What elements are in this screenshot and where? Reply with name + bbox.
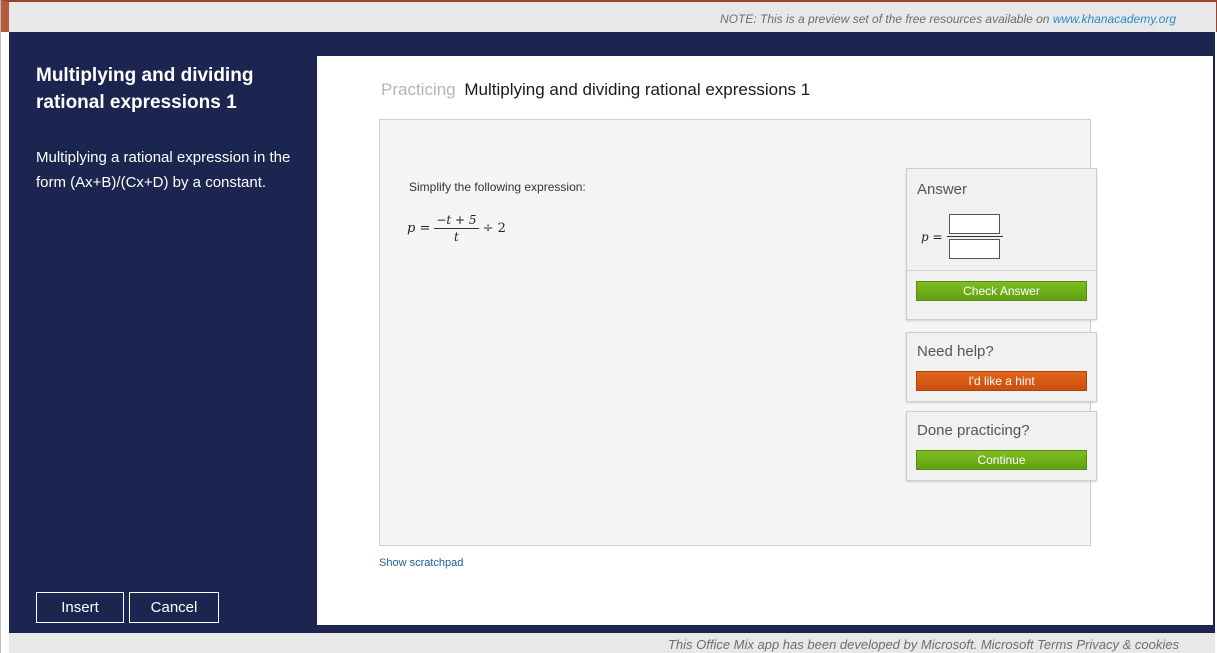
problem-expression: p = −t + 5 t ÷ 2 bbox=[407, 213, 506, 244]
answer-numerator-input[interactable] bbox=[949, 214, 1001, 234]
answer-area: Answer p = bbox=[907, 169, 1096, 269]
insert-button[interactable]: Insert bbox=[36, 592, 124, 623]
answer-lhs: p = bbox=[921, 229, 943, 244]
cancel-button[interactable]: Cancel bbox=[129, 592, 219, 623]
sidebar: Multiplying and dividing rational expres… bbox=[9, 32, 315, 633]
footer-bar: This Office Mix app has been developed b… bbox=[9, 633, 1215, 653]
preview-banner: NOTE: This is a preview set of the free … bbox=[1, 0, 1217, 32]
help-card: Need help? I'd like a hint bbox=[906, 332, 1097, 402]
app-frame: NOTE: This is a preview set of the free … bbox=[0, 0, 1217, 653]
help-title: Need help? bbox=[917, 343, 994, 360]
exercise-panel: Practicing Multiplying and dividing rati… bbox=[317, 56, 1213, 625]
hint-button[interactable]: I'd like a hint bbox=[916, 371, 1087, 391]
expression-fraction: −t + 5 t bbox=[434, 213, 479, 244]
expression-operation: ÷ 2 bbox=[482, 221, 506, 236]
footer-text: This Office Mix app has been developed b… bbox=[667, 637, 1179, 652]
problem-prompt: Simplify the following expression: bbox=[409, 180, 586, 194]
fraction-bar bbox=[946, 236, 1003, 237]
answer-card: Answer p = Check Answer bbox=[906, 168, 1097, 320]
preview-note: NOTE: This is a preview set of the free … bbox=[720, 12, 1176, 26]
exercise-title: Multiplying and dividing rational expres… bbox=[36, 65, 254, 113]
done-card: Done practicing? Continue bbox=[906, 411, 1097, 481]
done-title: Done practicing? bbox=[917, 422, 1030, 439]
check-answer-button[interactable]: Check Answer bbox=[916, 281, 1087, 301]
exercise-description: Multiplying a rational expression in the… bbox=[36, 149, 291, 191]
answer-fraction bbox=[946, 214, 1003, 259]
khanacademy-link[interactable]: www.khanacademy.org bbox=[1053, 12, 1176, 26]
heading-title: Multiplying and dividing rational expres… bbox=[464, 80, 811, 99]
answer-denominator-input[interactable] bbox=[949, 239, 1001, 259]
expression-numerator: −t + 5 bbox=[434, 213, 479, 229]
heading-prefix: Practicing bbox=[381, 80, 456, 99]
answer-expression: p = bbox=[921, 214, 1003, 259]
continue-button[interactable]: Continue bbox=[916, 450, 1087, 470]
preview-note-text: NOTE: This is a preview set of the free … bbox=[720, 12, 1050, 26]
expression-denominator: t bbox=[454, 230, 459, 244]
card-divider bbox=[907, 270, 1096, 271]
expression-lhs: p = bbox=[407, 221, 431, 236]
answer-title: Answer bbox=[917, 181, 968, 198]
page-title: Practicing Multiplying and dividing rati… bbox=[381, 80, 810, 100]
show-scratchpad-link[interactable]: Show scratchpad bbox=[379, 557, 463, 569]
